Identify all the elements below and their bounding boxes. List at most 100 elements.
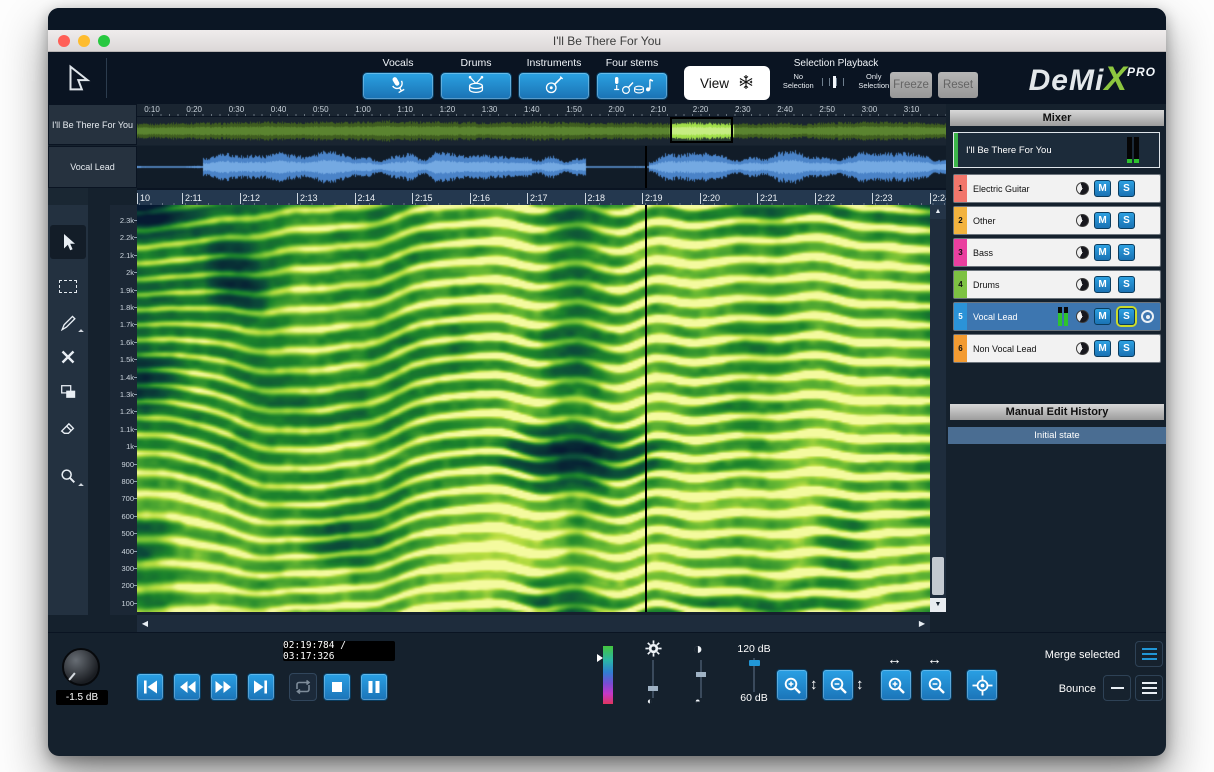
overview-waveform[interactable] [137,118,946,144]
slider-handle[interactable] [696,672,706,677]
scroll-down-arrow[interactable]: ▼ [930,598,946,612]
mute-button[interactable]: M [1094,276,1111,293]
frequency-tick-label: 700 [121,494,134,503]
zoom-in-horizontal-button[interactable] [880,669,912,701]
frequency-tick-label: 2.2k [120,233,134,242]
pan-knob[interactable] [1076,246,1089,259]
slider-handle[interactable] [648,686,658,691]
scroll-right-arrow[interactable]: ▶ [914,615,930,632]
marquee-select-tool[interactable] [48,271,88,301]
pan-knob[interactable] [1076,310,1089,323]
scroll-up-arrow[interactable]: ▲ [930,205,946,219]
mute-button[interactable]: M [1094,180,1111,197]
loop-button[interactable] [289,673,317,701]
mixer-track-row[interactable]: 1Electric GuitarMS [953,174,1161,203]
reset-button[interactable]: Reset [938,72,978,98]
fast-forward-button[interactable] [210,673,238,701]
instruments-stem-button[interactable] [518,72,590,100]
brand-x: X [1104,60,1127,98]
pan-knob[interactable] [1076,342,1089,355]
contrast-icon: ◓ [695,696,700,706]
merge-menu-button[interactable] [1135,641,1163,667]
edit-history-list: Initial state [948,427,1166,446]
stop-button[interactable] [323,673,351,701]
pan-knob[interactable] [1076,214,1089,227]
bounce-remove-button[interactable] [1103,675,1131,701]
overview-time-ruler[interactable]: 0:100:200:300:400:501:001:101:201:301:40… [137,104,946,117]
mixer-track-row[interactable]: 5Vocal LeadMS [953,302,1161,331]
mute-button[interactable]: M [1094,212,1111,229]
vertical-scrollbar-thumb[interactable] [932,557,944,595]
solo-button[interactable]: S [1118,244,1135,261]
vocals-stem-button[interactable] [362,72,434,100]
mixer-track-row[interactable]: 2OtherMS [953,206,1161,235]
pointer-tool[interactable] [48,227,88,257]
solo-button[interactable]: S [1118,180,1135,197]
zoom-to-selection-button[interactable] [966,669,998,701]
vocal-waveform-row[interactable] [137,146,946,188]
mixer-track-row[interactable]: 4DrumsMS [953,270,1161,299]
frequency-ruler: 2.3k2.2k2.1k2k1.9k1.8k1.7k1.6k1.5k1.4k1.… [110,205,137,615]
brightness-slider[interactable] [652,660,654,698]
selection-playback-slider[interactable] [822,76,851,88]
mute-button[interactable]: M [1094,308,1111,325]
contrast-slider[interactable] [700,660,702,698]
zoom-time-ruler[interactable]: 102:112:122:132:142:152:162:172:182:192:… [137,188,946,205]
solo-button[interactable]: S [1118,308,1135,325]
drums-stem-button[interactable] [440,72,512,100]
eraser-tool[interactable] [48,412,88,442]
mixer-track-row[interactable]: 3BassMS [953,238,1161,267]
zoom-out-vertical-button[interactable] [822,669,854,701]
horizontal-scrollbar[interactable]: ◀ ▶ [137,615,930,632]
history-item[interactable]: Initial state [948,427,1166,444]
mixer-panel: Mixer I'll Be There For You 1Electric Gu… [948,104,1166,632]
skip-to-end-button[interactable] [247,673,275,701]
frequency-tick-label: 200 [121,581,134,590]
delete-selection-tool[interactable] [48,342,88,372]
mixer-track-row[interactable]: 6Non Vocal LeadMS [953,334,1161,363]
scroll-left-arrow[interactable]: ◀ [137,615,153,632]
mute-button[interactable]: M [1094,244,1111,261]
zoom-tool[interactable] [48,461,88,491]
pan-knob[interactable] [1076,278,1089,291]
clone-tool[interactable] [48,377,88,407]
mixer-track-list: 1Electric GuitarMS 2OtherMS 3BassMS 4DrumsM… [948,174,1166,366]
bounce-label: Bounce [1008,683,1096,695]
spectrogram-view[interactable] [137,205,930,612]
volume-knob[interactable] [62,648,100,686]
selection-playback-right-label: Only Selection [853,73,894,90]
overview-timeline[interactable]: 0:100:200:300:400:501:001:101:201:301:40… [137,104,946,145]
pan-knob[interactable] [1076,182,1089,195]
vocal-waveform[interactable] [137,146,946,188]
skip-to-start-button[interactable] [136,673,164,701]
time-tick-label: 10 [140,193,150,203]
zoom-out-horizontal-button[interactable] [920,669,952,701]
db-range-slider[interactable] [753,658,755,692]
gear-icon[interactable] [645,640,662,662]
mute-button[interactable]: M [1094,340,1111,357]
master-track[interactable]: I'll Be There For You [953,132,1160,168]
pause-button[interactable] [360,673,388,701]
stem-label-drums: Drums [440,57,512,70]
time-tick-label: 2:10 [651,105,667,114]
brush-tool[interactable] [48,307,88,337]
four-stems-button[interactable] [596,72,668,100]
spectrogram-canvas[interactable] [137,205,930,612]
vertical-scrollbar[interactable]: ▲ ▼ [930,205,946,612]
time-tick-label: 2:20 [693,105,709,114]
rewind-button[interactable] [173,673,201,701]
bounce-menu-button[interactable] [1135,675,1163,701]
mixer-header: Mixer [950,110,1164,126]
zoom-in-vertical-button[interactable] [776,669,808,701]
solo-target-icon[interactable] [1141,310,1154,323]
freeze-button[interactable]: Freeze [890,72,932,98]
vertical-zoom-arrow-icon: ↕ [856,676,864,693]
solo-button[interactable]: S [1118,340,1135,357]
view-button[interactable]: View [684,66,770,100]
solo-button[interactable]: S [1118,276,1135,293]
slider-handle[interactable] [749,660,760,666]
spectrogram-colormap-slider[interactable] [603,646,613,704]
timeline-selection-box[interactable] [670,117,733,143]
track-name: Non Vocal Lead [973,344,1037,354]
solo-button[interactable]: S [1118,212,1135,229]
